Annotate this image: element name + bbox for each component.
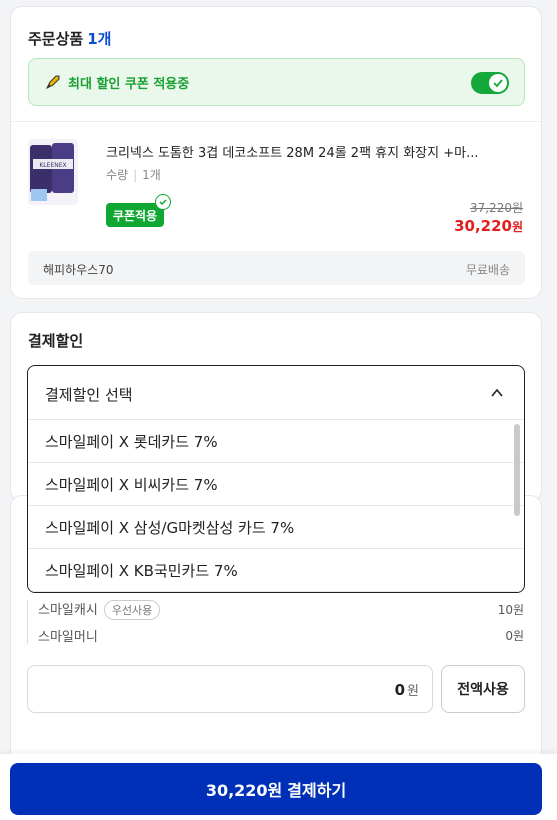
payment-discount-dropdown[interactable]: 결제할인 선택 스마일페이 X 롯데카드 7% 스마일페이 X 비씨카드 7% … (27, 365, 525, 593)
product-thumbnail[interactable]: KLEENEX (28, 139, 78, 205)
original-price: 37,220원 (469, 201, 523, 215)
smile-money-label: 스마일머니 (38, 630, 98, 645)
smile-money-value: 0원 (505, 629, 524, 643)
sale-price-unit: 원 (511, 220, 523, 234)
dropdown-option[interactable]: 스마일페이 X KB국민카드 7% (28, 549, 524, 592)
points-amount-value: 0원 (395, 680, 419, 699)
qty-value: 1개 (142, 168, 161, 182)
coupon-applied-badge[interactable]: 쿠폰적용 (106, 203, 164, 227)
dropdown-header[interactable]: 결제할인 선택 (28, 366, 524, 420)
dropdown-scrollbar[interactable] (514, 424, 520, 516)
shop-info-bar: 해피하우스70 무료배송 (28, 251, 525, 285)
order-count: 1개 (87, 30, 112, 48)
order-product-card: 주문상품 1개 최대 할인 쿠폰 적용중 KLEENEX 크리넥스 도톰한 3겹 … (10, 6, 542, 299)
points-amount-number: 0 (394, 681, 406, 699)
points-tree-line (27, 600, 28, 644)
bottom-pay-bar: 30,220원 결제하기 (0, 754, 557, 820)
priority-use-badge: 우선사용 (103, 600, 161, 620)
check-circle-icon (155, 194, 171, 210)
checkout-label: 결제하기 (287, 781, 347, 800)
order-section-title: 주문상품 1개 (28, 28, 111, 49)
svg-text:KLEENEX: KLEENEX (39, 162, 66, 169)
coupon-banner-text: 최대 할인 쿠폰 적용중 (68, 77, 190, 92)
smile-cash-row: 스마일캐시 우선사용 (38, 599, 161, 620)
dropdown-placeholder: 결제할인 선택 (45, 386, 133, 404)
shop-name: 해피하우스70 (43, 263, 114, 277)
use-all-button[interactable]: 전액사용 (441, 665, 525, 713)
points-amount-input[interactable]: 0원 (27, 665, 433, 713)
checkout-amount: 30,220원 (205, 781, 283, 800)
points-amount-unit: 원 (407, 684, 419, 699)
dropdown-option-list: 스마일페이 X 롯데카드 7% 스마일페이 X 비씨카드 7% 스마일페이 X … (28, 420, 524, 592)
qty-label: 수량 (106, 168, 129, 182)
sale-price: 30,220원 (454, 217, 523, 235)
smile-cash-label: 스마일캐시 (38, 603, 98, 618)
divider (11, 121, 541, 122)
product-quantity: 수량 | 1개 (106, 168, 161, 182)
coupon-toggle[interactable] (471, 72, 509, 94)
coupon-rocket-icon (45, 75, 60, 90)
order-title: 주문상품 (28, 30, 84, 48)
dropdown-option[interactable]: 스마일페이 X 롯데카드 7% (28, 420, 524, 463)
sale-price-amount: 30,220 (454, 217, 512, 235)
dropdown-option[interactable]: 스마일페이 X 비씨카드 7% (28, 463, 524, 506)
chevron-up-icon (491, 388, 503, 397)
toggle-check-icon (489, 74, 507, 92)
dropdown-option[interactable]: 스마일페이 X 삼성/G마켓삼성 카드 7% (28, 506, 524, 549)
coupon-banner: 최대 할인 쿠폰 적용중 (28, 58, 525, 106)
payment-discount-title: 결제할인 (28, 332, 84, 350)
product-name[interactable]: 크리넥스 도톰한 3겹 데코소프트 28M 24롤 2팩 휴지 화장지 +마..… (106, 142, 531, 161)
checkout-button[interactable]: 30,220원 결제하기 (10, 763, 542, 815)
shipping-info: 무료배송 (465, 263, 510, 277)
smile-cash-value: 10원 (497, 603, 524, 617)
